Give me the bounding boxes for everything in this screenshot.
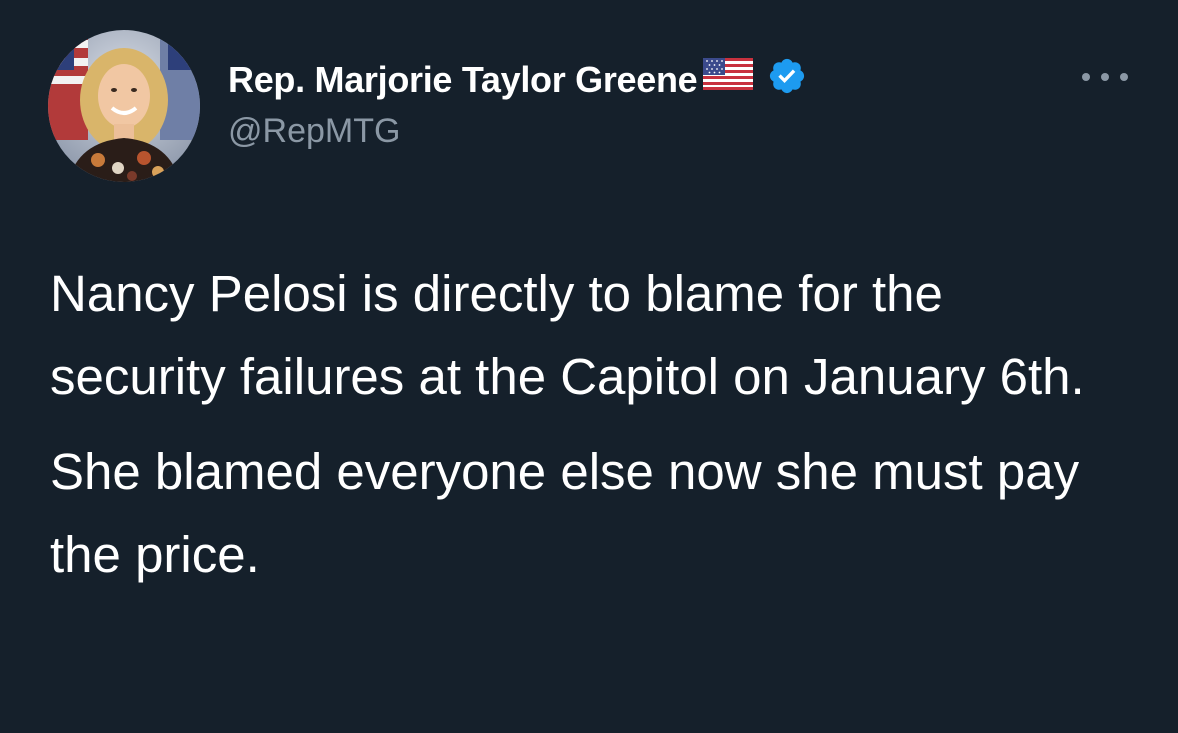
tweet-paragraph: She blamed everyone else now she must pa… xyxy=(50,443,1080,583)
verified-badge-icon[interactable] xyxy=(767,56,807,101)
author-display-name[interactable]: Rep. Marjorie Taylor Greene xyxy=(228,59,698,101)
tweet-paragraph: Nancy Pelosi is directly to blame for th… xyxy=(50,265,1085,405)
tweet-text: Nancy Pelosi is directly to blame for th… xyxy=(50,252,1130,596)
more-dot xyxy=(1101,73,1109,81)
tweet-header: Rep. Marjorie Taylor Greene @RepMTG xyxy=(228,56,807,151)
more-dot xyxy=(1120,73,1128,81)
author-handle[interactable]: @RepMTG xyxy=(228,112,807,151)
author-name-row: Rep. Marjorie Taylor Greene xyxy=(228,56,807,102)
us-flag-icon xyxy=(703,57,754,95)
avatar-image xyxy=(48,30,200,182)
tweet-card: Rep. Marjorie Taylor Greene @RepMTG Nanc… xyxy=(0,0,1178,733)
more-options-icon[interactable] xyxy=(1082,64,1128,90)
avatar[interactable] xyxy=(48,30,200,182)
more-dot xyxy=(1082,73,1090,81)
